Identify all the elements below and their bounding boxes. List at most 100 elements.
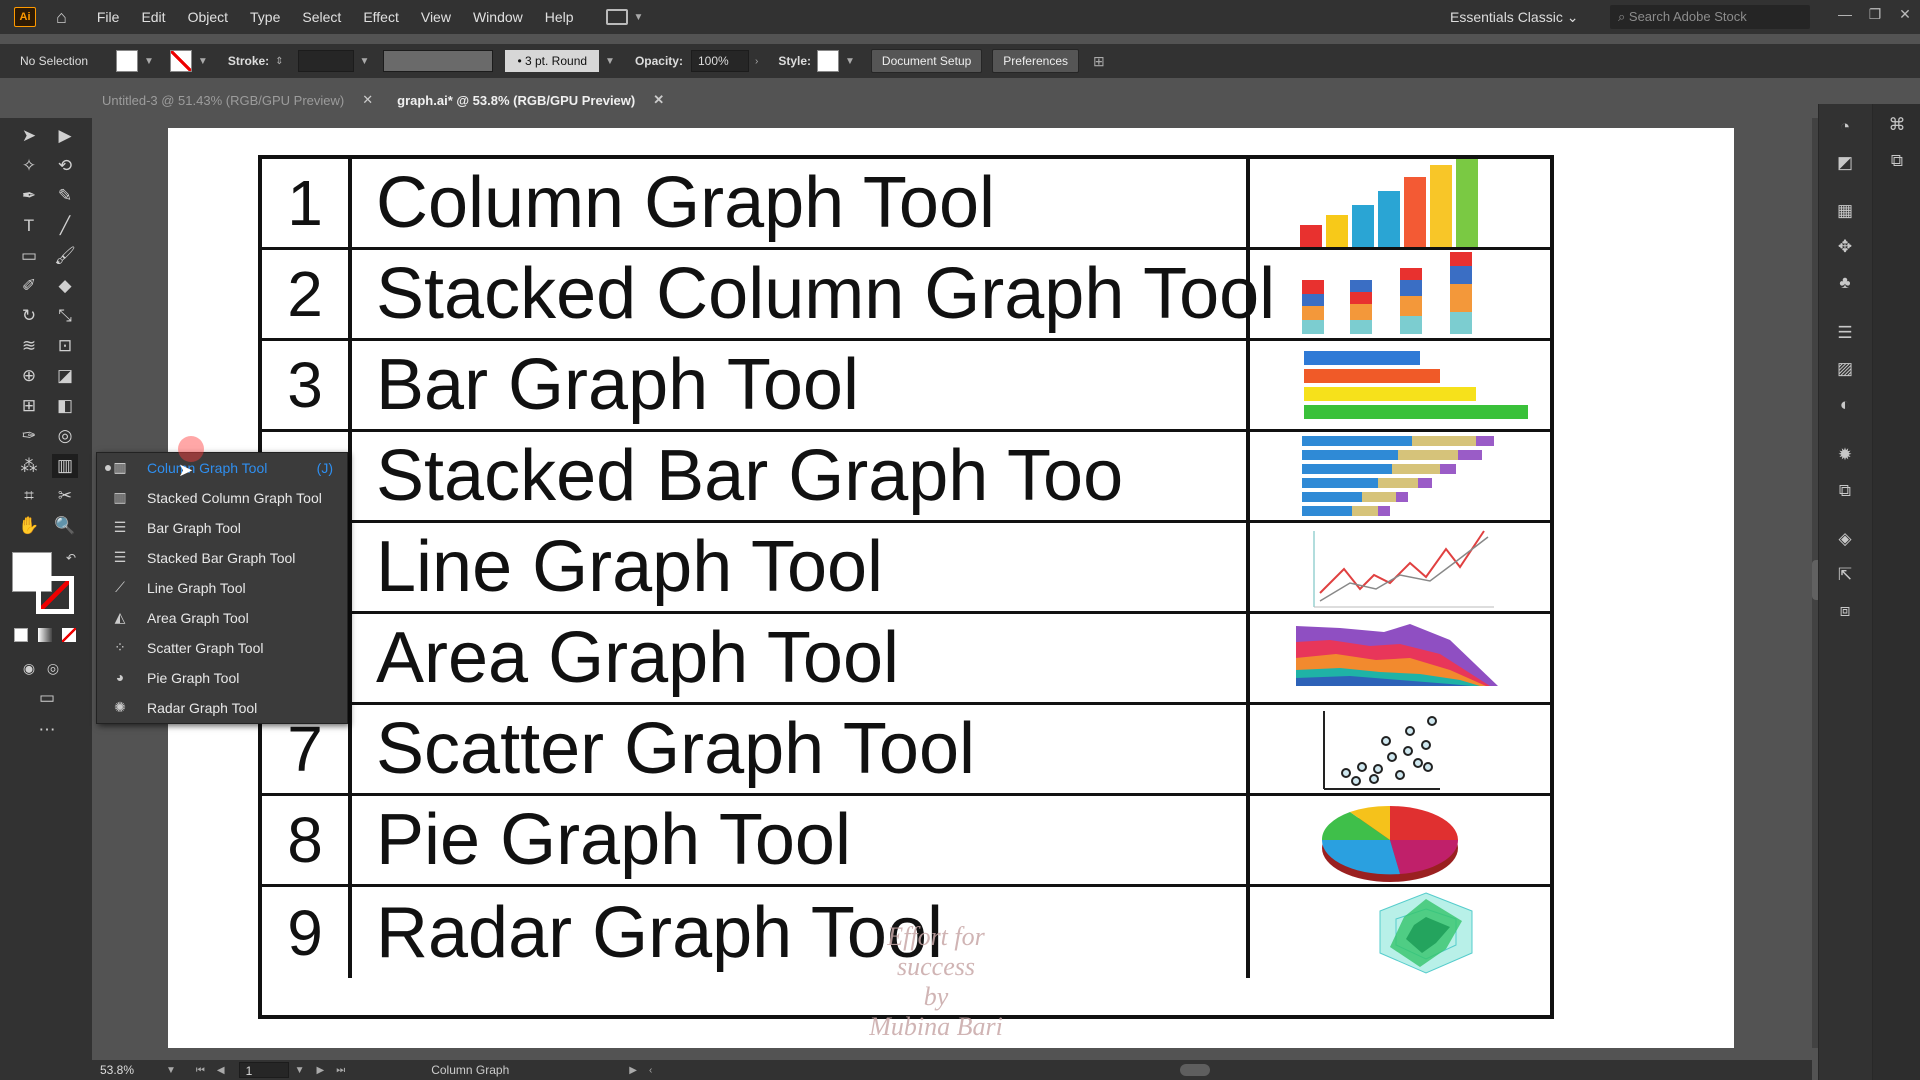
symbol-sprayer-icon[interactable]: ⁂: [16, 454, 42, 478]
none-mode-icon[interactable]: [62, 628, 76, 642]
curvature-tool-icon[interactable]: ✎: [52, 184, 78, 208]
status-menu-icon[interactable]: ▶: [629, 1065, 637, 1076]
variable-width-field[interactable]: [383, 50, 494, 72]
stock-search-input[interactable]: ⌕ Search Adobe Stock: [1610, 5, 1810, 29]
zoom-tool-icon[interactable]: 🔍: [52, 514, 78, 538]
chevron-down-icon[interactable]: ▼: [295, 1065, 305, 1076]
rotate-tool-icon[interactable]: ↻: [16, 304, 42, 328]
brushes-icon[interactable]: ✥: [1833, 236, 1857, 258]
home-icon[interactable]: ⌂: [56, 7, 67, 28]
previous-artboard-icon[interactable]: ◀: [217, 1065, 225, 1076]
style-swatch[interactable]: [817, 50, 839, 72]
menu-help[interactable]: Help: [545, 9, 574, 25]
shaper-tool-icon[interactable]: ✐: [16, 274, 42, 298]
chevron-down-icon[interactable]: ▼: [845, 56, 855, 67]
stroke-weight-field[interactable]: [297, 50, 354, 72]
draw-normal-icon[interactable]: ◉: [16, 656, 42, 680]
shape-builder-icon[interactable]: ⊕: [16, 364, 42, 388]
close-icon[interactable]: ✕: [362, 92, 373, 108]
opacity-field[interactable]: 100%: [690, 50, 749, 72]
stroke-swatch[interactable]: [169, 50, 192, 72]
last-artboard-icon[interactable]: ⏭: [336, 1065, 345, 1076]
transparency-icon[interactable]: ◐: [1833, 394, 1857, 416]
menu-file[interactable]: File: [97, 9, 120, 25]
blend-tool-icon[interactable]: ◎: [52, 424, 78, 448]
minimize-icon[interactable]: —: [1830, 6, 1860, 23]
tab-graph-ai[interactable]: graph.ai* @ 53.8% (RGB/GPU Preview) ✕: [385, 88, 677, 112]
flyout-item-radar-graph[interactable]: ✺ Radar Graph Tool: [97, 693, 347, 723]
first-artboard-icon[interactable]: ⏮: [196, 1065, 205, 1076]
draw-behind-icon[interactable]: ◎: [40, 656, 66, 680]
gradient-panel-icon[interactable]: ▨: [1833, 358, 1857, 380]
column-graph-tool-icon[interactable]: ▥: [52, 454, 78, 478]
rectangle-tool-icon[interactable]: ▭: [16, 244, 42, 268]
libraries-icon[interactable]: ⌘: [1885, 114, 1909, 136]
menu-edit[interactable]: Edit: [141, 9, 165, 25]
swatches-icon[interactable]: ▦: [1833, 200, 1857, 222]
next-artboard-icon[interactable]: ▶: [317, 1065, 325, 1076]
width-tool-icon[interactable]: ≋: [16, 334, 42, 358]
flyout-item-pie-graph[interactable]: ◕ Pie Graph Tool: [97, 663, 347, 693]
scale-tool-icon[interactable]: ⤡: [52, 304, 78, 328]
close-icon[interactable]: ✕: [1890, 6, 1920, 23]
magic-wand-icon[interactable]: ✧: [16, 154, 42, 178]
hand-tool-icon[interactable]: ✋: [16, 514, 42, 538]
stroke-color-box[interactable]: [36, 576, 74, 614]
chevron-down-icon[interactable]: ▼: [360, 56, 370, 67]
scroll-left-icon[interactable]: ‹: [649, 1065, 652, 1076]
mesh-tool-icon[interactable]: ⊞: [16, 394, 42, 418]
screen-mode-icon[interactable]: ▭: [34, 686, 60, 710]
menu-view[interactable]: View: [421, 9, 451, 25]
artboard-number-field[interactable]: 1: [238, 1062, 289, 1078]
pen-tool-icon[interactable]: ✒: [16, 184, 42, 208]
arrange-documents-icon[interactable]: [605, 9, 628, 25]
stepper-icon[interactable]: ⇕: [275, 56, 283, 67]
color-guide-icon[interactable]: ◩: [1833, 152, 1857, 174]
chevron-right-icon[interactable]: ›: [755, 56, 758, 67]
menu-object[interactable]: Object: [188, 9, 228, 25]
horizontal-scroll-thumb[interactable]: [1180, 1064, 1210, 1076]
asset-export-icon[interactable]: ⇱: [1833, 564, 1857, 586]
chevron-down-icon[interactable]: ▼: [634, 12, 644, 23]
chevron-down-icon[interactable]: ▼: [198, 56, 208, 67]
graphic-styles-icon[interactable]: ⧉: [1833, 480, 1857, 502]
tab-untitled-3[interactable]: Untitled-3 @ 51.43% (RGB/GPU Preview) ✕: [90, 88, 385, 112]
flyout-item-stacked-bar-graph[interactable]: ☰ Stacked Bar Graph Tool: [97, 543, 347, 573]
gradient-mode-icon[interactable]: [38, 628, 52, 642]
symbols-icon[interactable]: ♣: [1833, 272, 1857, 294]
flyout-item-scatter-graph[interactable]: ⁘ Scatter Graph Tool: [97, 633, 347, 663]
paintbrush-icon[interactable]: 🖌: [52, 244, 78, 268]
type-tool-icon[interactable]: T: [16, 214, 42, 238]
align-icon[interactable]: ⊞: [1093, 53, 1105, 70]
perspective-grid-icon[interactable]: ◪: [52, 364, 78, 388]
flyout-item-line-graph[interactable]: ⟋ Line Graph Tool: [97, 573, 347, 603]
color-mode-icon[interactable]: [14, 628, 28, 642]
more-tools-icon[interactable]: ⋯: [34, 718, 60, 742]
layers-icon[interactable]: ◈: [1833, 528, 1857, 550]
eyedropper-icon[interactable]: ✑: [16, 424, 42, 448]
swap-colors-icon[interactable]: ↶: [58, 546, 84, 570]
chevron-down-icon[interactable]: ▼: [166, 1065, 176, 1076]
artboards-icon[interactable]: ⧈: [1833, 600, 1857, 622]
line-tool-icon[interactable]: ╱: [52, 214, 78, 238]
zoom-level[interactable]: 53.8%: [100, 1063, 160, 1077]
properties-icon[interactable]: ⧉: [1885, 150, 1909, 172]
fill-swatch[interactable]: [116, 50, 138, 72]
flyout-item-area-graph[interactable]: ◭ Area Graph Tool: [97, 603, 347, 633]
artboard-tool-icon[interactable]: ⌗: [16, 484, 42, 508]
free-transform-icon[interactable]: ⊡: [52, 334, 78, 358]
lasso-icon[interactable]: ⟲: [52, 154, 78, 178]
chevron-down-icon[interactable]: ▼: [144, 56, 154, 67]
slice-tool-icon[interactable]: ✂: [52, 484, 78, 508]
menu-window[interactable]: Window: [473, 9, 523, 25]
flyout-item-bar-graph[interactable]: ☰ Bar Graph Tool: [97, 513, 347, 543]
chevron-down-icon[interactable]: ▼: [605, 56, 615, 67]
close-icon[interactable]: ✕: [653, 92, 664, 108]
brush-definition[interactable]: • 3 pt. Round: [505, 50, 600, 72]
preferences-button[interactable]: Preferences: [992, 49, 1079, 73]
menu-select[interactable]: Select: [302, 9, 341, 25]
document-setup-button[interactable]: Document Setup: [870, 49, 983, 73]
workspace-switcher[interactable]: Essentials Classic ⌄: [1450, 9, 1578, 26]
selection-tool-icon[interactable]: ➤: [16, 124, 42, 148]
flyout-item-stacked-column-graph[interactable]: ▥ Stacked Column Graph Tool: [97, 483, 347, 513]
